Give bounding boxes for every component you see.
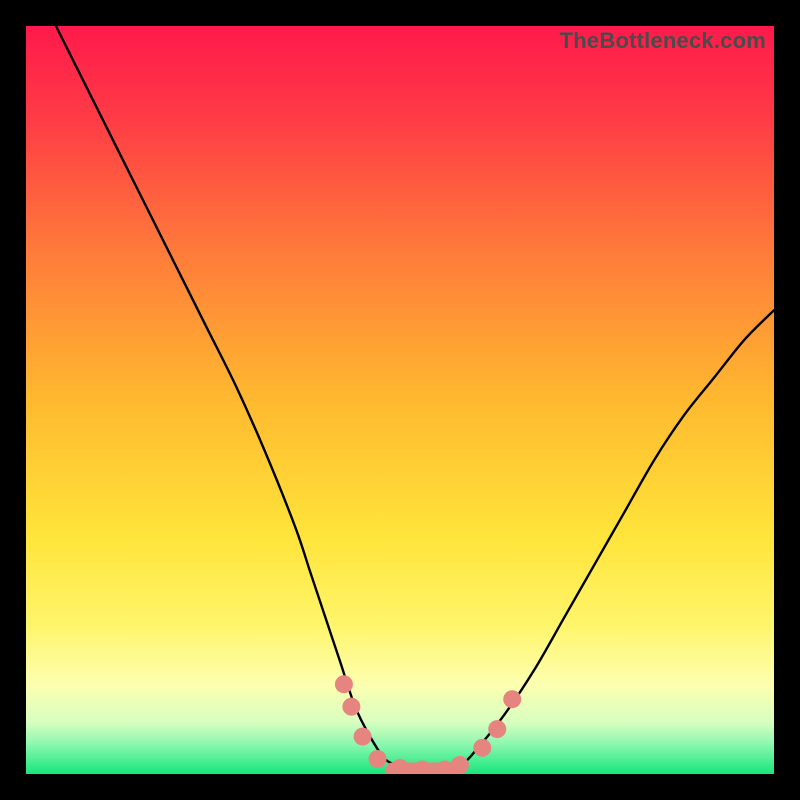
curve-marker [488, 720, 506, 738]
chart-frame: TheBottleneck.com [0, 0, 800, 800]
curve-marker [354, 728, 372, 746]
curve-marker [473, 739, 491, 757]
curve-marker [342, 698, 360, 716]
curve-marker [391, 759, 409, 774]
watermark-text: TheBottleneck.com [560, 28, 766, 54]
bottleneck-curve [26, 26, 774, 774]
curve-marker [369, 750, 387, 768]
curve-marker [335, 675, 353, 693]
plot-area: TheBottleneck.com [26, 26, 774, 774]
curve-marker [503, 690, 521, 708]
curve-marker [451, 756, 469, 774]
curve-path [56, 26, 774, 774]
